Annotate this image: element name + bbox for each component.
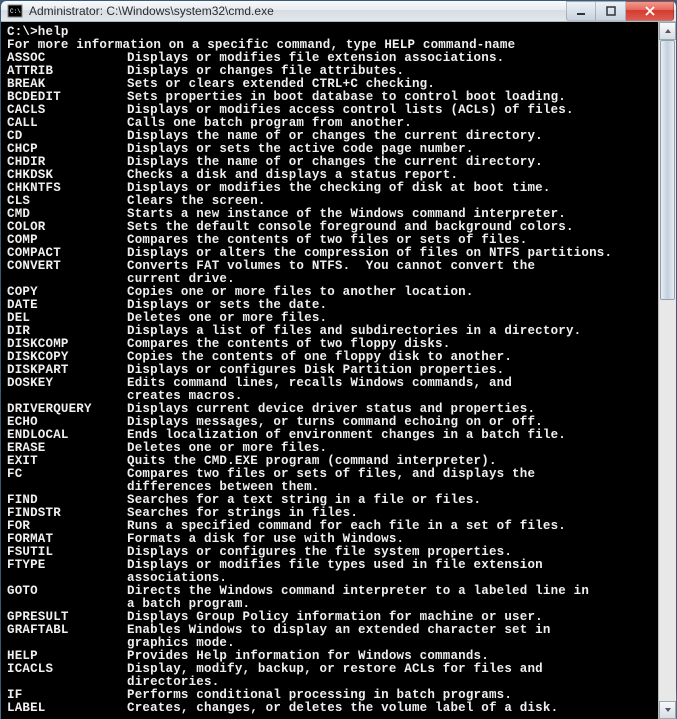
command-name: CONVERT (7, 260, 127, 273)
titlebar[interactable]: C:\ Administrator: C:\Windows\system32\c… (1, 1, 676, 22)
command-row: CONVERTConverts FAT volumes to NTFS. You… (7, 260, 654, 273)
command-row: DATEDisplays or sets the date. (7, 299, 654, 312)
command-name: ICACLS (7, 663, 127, 676)
svg-text:C:\: C:\ (10, 8, 21, 15)
command-row: IFPerforms conditional processing in bat… (7, 689, 654, 702)
scroll-track[interactable] (659, 40, 676, 701)
command-row: COPYCopies one or more files to another … (7, 286, 654, 299)
cmd-icon: C:\ (7, 3, 23, 19)
command-row: DOSKEYEdits command lines, recalls Windo… (7, 377, 654, 390)
command-row: FCCompares two files or sets of files, a… (7, 468, 654, 481)
command-name: LABEL (7, 702, 127, 715)
content-area: C:\>helpFor more information on a specif… (1, 22, 676, 719)
terminal-output[interactable]: C:\>helpFor more information on a specif… (1, 22, 658, 719)
command-name: CALL (7, 117, 127, 130)
command-name: IF (7, 689, 127, 702)
command-desc: Performs conditional processing in batch… (127, 689, 654, 702)
minimize-button[interactable] (566, 1, 596, 21)
command-row: CHKNTFSDisplays or modifies the checking… (7, 182, 654, 195)
command-name: GOTO (7, 585, 127, 598)
command-row: GRAFTABLEnables Windows to display an ex… (7, 624, 654, 637)
close-button[interactable] (626, 1, 674, 21)
command-name: FC (7, 468, 127, 481)
command-row: ENDLOCALEnds localization of environment… (7, 429, 654, 442)
window-controls (566, 1, 674, 21)
scroll-down-button[interactable] (659, 701, 676, 719)
window-title: Administrator: C:\Windows\system32\cmd.e… (29, 4, 566, 18)
cmd-window: C:\ Administrator: C:\Windows\system32\c… (0, 0, 677, 690)
command-row: ICACLSDisplay, modify, backup, or restor… (7, 663, 654, 676)
command-name: EXIT (7, 455, 127, 468)
command-row: GOTODirects the Windows command interpre… (7, 585, 654, 598)
command-name: GRAFTABL (7, 624, 127, 637)
command-row: FTYPEDisplays or modifies file types use… (7, 559, 654, 572)
maximize-button[interactable] (596, 1, 626, 21)
command-desc: Creates, changes, or deletes the volume … (127, 702, 654, 715)
scroll-up-button[interactable] (659, 22, 676, 40)
vertical-scrollbar[interactable] (658, 22, 676, 719)
command-name: DOSKEY (7, 377, 127, 390)
scroll-thumb[interactable] (660, 40, 675, 300)
command-name: FTYPE (7, 559, 127, 572)
command-row: LABELCreates, changes, or deletes the vo… (7, 702, 654, 715)
